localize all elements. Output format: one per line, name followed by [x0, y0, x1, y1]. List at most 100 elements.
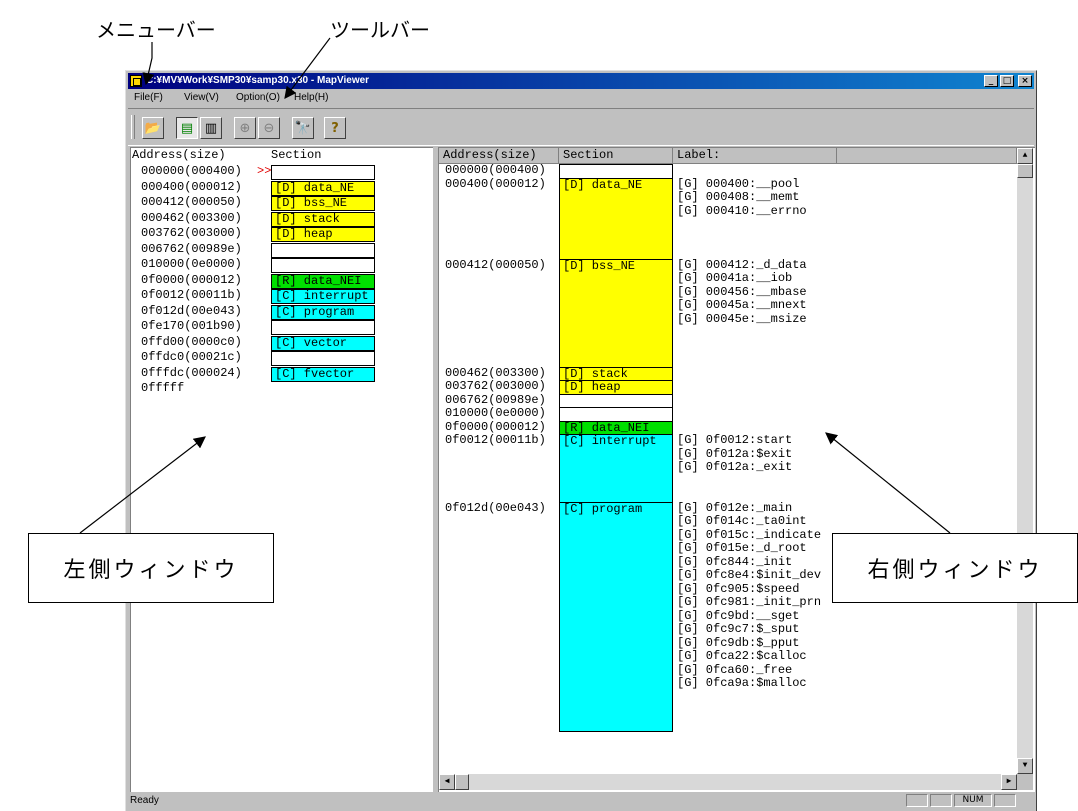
right-header-label[interactable]: Label:	[673, 148, 837, 164]
find-button[interactable]: 🔭	[292, 117, 314, 139]
zoom-in-button[interactable]: ⊕	[234, 117, 256, 139]
horizontal-scrollbar[interactable]: ◀ ▶	[439, 774, 1017, 790]
left-section-cell[interactable]	[271, 165, 375, 180]
right-section-cell[interactable]	[559, 407, 673, 422]
scroll-right-button[interactable]: ▶	[1001, 774, 1017, 790]
left-section-cell[interactable]: [C] program	[271, 304, 375, 320]
left-header-address: Address(size)	[132, 148, 226, 162]
right-window[interactable]: Address(size) Section Label: 000000(0004…	[438, 147, 1035, 792]
left-section-cell[interactable]	[271, 258, 375, 273]
symbol-label[interactable]: [G] 000456:__mbase	[677, 285, 807, 299]
left-row-address: 000412(000050)	[141, 195, 242, 209]
menu-option[interactable]: Option(O)	[236, 92, 280, 103]
scroll-left-button[interactable]: ◀	[439, 774, 455, 790]
left-section-cell[interactable]	[271, 242, 375, 258]
right-header-address[interactable]: Address(size)	[439, 148, 559, 164]
symbol-label[interactable]: [G] 0fca22:$calloc	[677, 649, 807, 663]
minimize-button[interactable]: _	[984, 75, 998, 87]
scroll-thumb[interactable]	[1017, 164, 1033, 178]
left-row-address: 000000(000400)	[141, 164, 242, 178]
view-split-icon: ▥	[204, 120, 218, 136]
symbol-label[interactable]: [G] 0fc9c7:$_sput	[677, 622, 799, 636]
symbol-label[interactable]: [G] 0f015c:_indicate	[677, 528, 821, 542]
left-section-cell[interactable]: [D] stack	[271, 211, 375, 227]
menu-file[interactable]: File(F)	[134, 92, 163, 103]
left-section-cell[interactable]: [D] bss_NE	[271, 196, 375, 211]
symbol-label[interactable]: [G] 0fc844:_init	[677, 555, 792, 569]
menu-help[interactable]: Help(H)	[294, 92, 328, 103]
view-list-icon: ▤	[180, 120, 194, 136]
help-button[interactable]: ?	[324, 117, 346, 139]
symbol-label[interactable]: [G] 00045a:__mnext	[677, 298, 807, 312]
scroll-up-button[interactable]: ▲	[1017, 148, 1033, 164]
symbol-label[interactable]: [G] 0fc8e4:$init_dev	[677, 568, 821, 582]
symbol-label[interactable]: [G] 00041a:__iob	[677, 271, 792, 285]
scroll-down-button[interactable]: ▼	[1017, 758, 1033, 774]
symbol-label[interactable]: [G] 0fc9bd:__sget	[677, 609, 799, 623]
symbol-label[interactable]: [G] 0f012a:$exit	[677, 447, 792, 461]
mapviewer-window: C:¥MV¥Work¥SMP30¥samp30.x30 - MapViewer …	[125, 70, 1037, 811]
splitter[interactable]	[433, 147, 437, 791]
close-button[interactable]: ×	[1018, 75, 1032, 87]
right-section-cell[interactable]: [D] stack	[559, 366, 673, 381]
toolbar-grip[interactable]	[131, 115, 135, 139]
left-section-cell[interactable]: [C] interrupt	[271, 289, 375, 304]
left-row-address: 000462(003300)	[141, 210, 242, 225]
right-section-cell[interactable]	[559, 393, 673, 408]
help-icon: ?	[331, 120, 339, 136]
symbol-label[interactable]: [G] 0f014c:_ta0int	[677, 514, 807, 528]
left-section-cell[interactable]	[271, 320, 375, 335]
maximize-button[interactable]: □	[1000, 75, 1014, 87]
symbol-label[interactable]: [G] 0fc981:_init_prn	[677, 595, 821, 609]
right-section-cell[interactable]	[559, 164, 673, 179]
left-row-address: 010000(0e0000)	[141, 257, 242, 271]
symbol-label[interactable]: [G] 0fc905:$speed	[677, 582, 799, 596]
left-row-address: 0fffff	[141, 381, 185, 395]
symbol-label[interactable]: [G] 000408:__memt	[677, 190, 799, 204]
left-section-cell[interactable]: [C] vector	[271, 335, 375, 351]
right-section-cell[interactable]: [C] interrupt	[559, 434, 673, 503]
right-window-callout: 右側ウィンドウ	[832, 533, 1078, 603]
right-section-cell[interactable]: [D] data_NE	[559, 177, 673, 260]
horizontal-scroll-thumb[interactable]	[455, 774, 469, 790]
symbol-label[interactable]: [G] 0f015e:_d_root	[677, 541, 807, 555]
right-section-cell[interactable]: [R] data_NEI	[559, 420, 673, 435]
find-icon: 🔭	[294, 120, 312, 136]
zoom-out-button[interactable]: ⊖	[258, 117, 280, 139]
symbol-label[interactable]: [G] 000412:_d_data	[677, 258, 807, 272]
right-section-cell[interactable]: [D] heap	[559, 380, 673, 395]
left-section-cell[interactable]: [R] data_NEI	[271, 273, 375, 289]
left-window[interactable]: Address(size) Section 000000(000400) >> 00…	[130, 147, 433, 792]
toolbar-annotation: ツールバー	[330, 18, 430, 42]
view-split-button[interactable]: ▥	[200, 117, 222, 139]
left-section-cell[interactable]	[271, 351, 375, 366]
title-bar[interactable]: C:¥MV¥Work¥SMP30¥samp30.x30 - MapViewer …	[128, 73, 1034, 89]
right-section-cell[interactable]: [D] bss_NE	[559, 258, 673, 368]
left-row-address: 000400(000012)	[141, 179, 242, 194]
left-row-address: 0ffd00(0000c0)	[141, 334, 242, 349]
symbol-label[interactable]: [G] 0f0012:start	[677, 433, 792, 447]
status-bar: Ready NUM	[128, 793, 1034, 809]
open-button[interactable]: 📂	[142, 117, 164, 139]
left-section-cell[interactable]: [C] fvector	[271, 366, 375, 382]
right-section-cell[interactable]: [C] program	[559, 501, 673, 732]
left-row-address: 003762(003000)	[141, 226, 242, 240]
vertical-scrollbar[interactable]: ▲ ▼	[1017, 148, 1033, 774]
symbol-label[interactable]: [G] 000400:__pool	[677, 177, 799, 191]
symbol-label[interactable]: [G] 0f012a:_exit	[677, 460, 792, 474]
symbol-label[interactable]: [G] 000410:__errno	[677, 204, 807, 218]
left-section-cell[interactable]: [D] data_NE	[271, 180, 375, 196]
symbol-label[interactable]: [G] 00045e:__msize	[677, 312, 807, 326]
right-header-section[interactable]: Section	[559, 148, 673, 164]
symbol-label[interactable]: [G] 0fca9a:$malloc	[677, 676, 807, 690]
symbol-label[interactable]: [G] 0f012e:_main	[677, 501, 792, 515]
symbol-label[interactable]: [G] 0fc9db:$_pput	[677, 636, 799, 650]
left-section-cell[interactable]: [D] heap	[271, 227, 375, 242]
right-row-address: 0f012d(00e043)	[445, 500, 546, 515]
menu-view[interactable]: View(V)	[184, 92, 219, 103]
right-header-filler	[837, 148, 1017, 164]
left-header-section: Section	[271, 148, 322, 162]
right-row-address: 000412(000050)	[445, 257, 546, 272]
view-list-button[interactable]: ▤	[176, 117, 198, 139]
symbol-label[interactable]: [G] 0fca60:_free	[677, 663, 792, 677]
